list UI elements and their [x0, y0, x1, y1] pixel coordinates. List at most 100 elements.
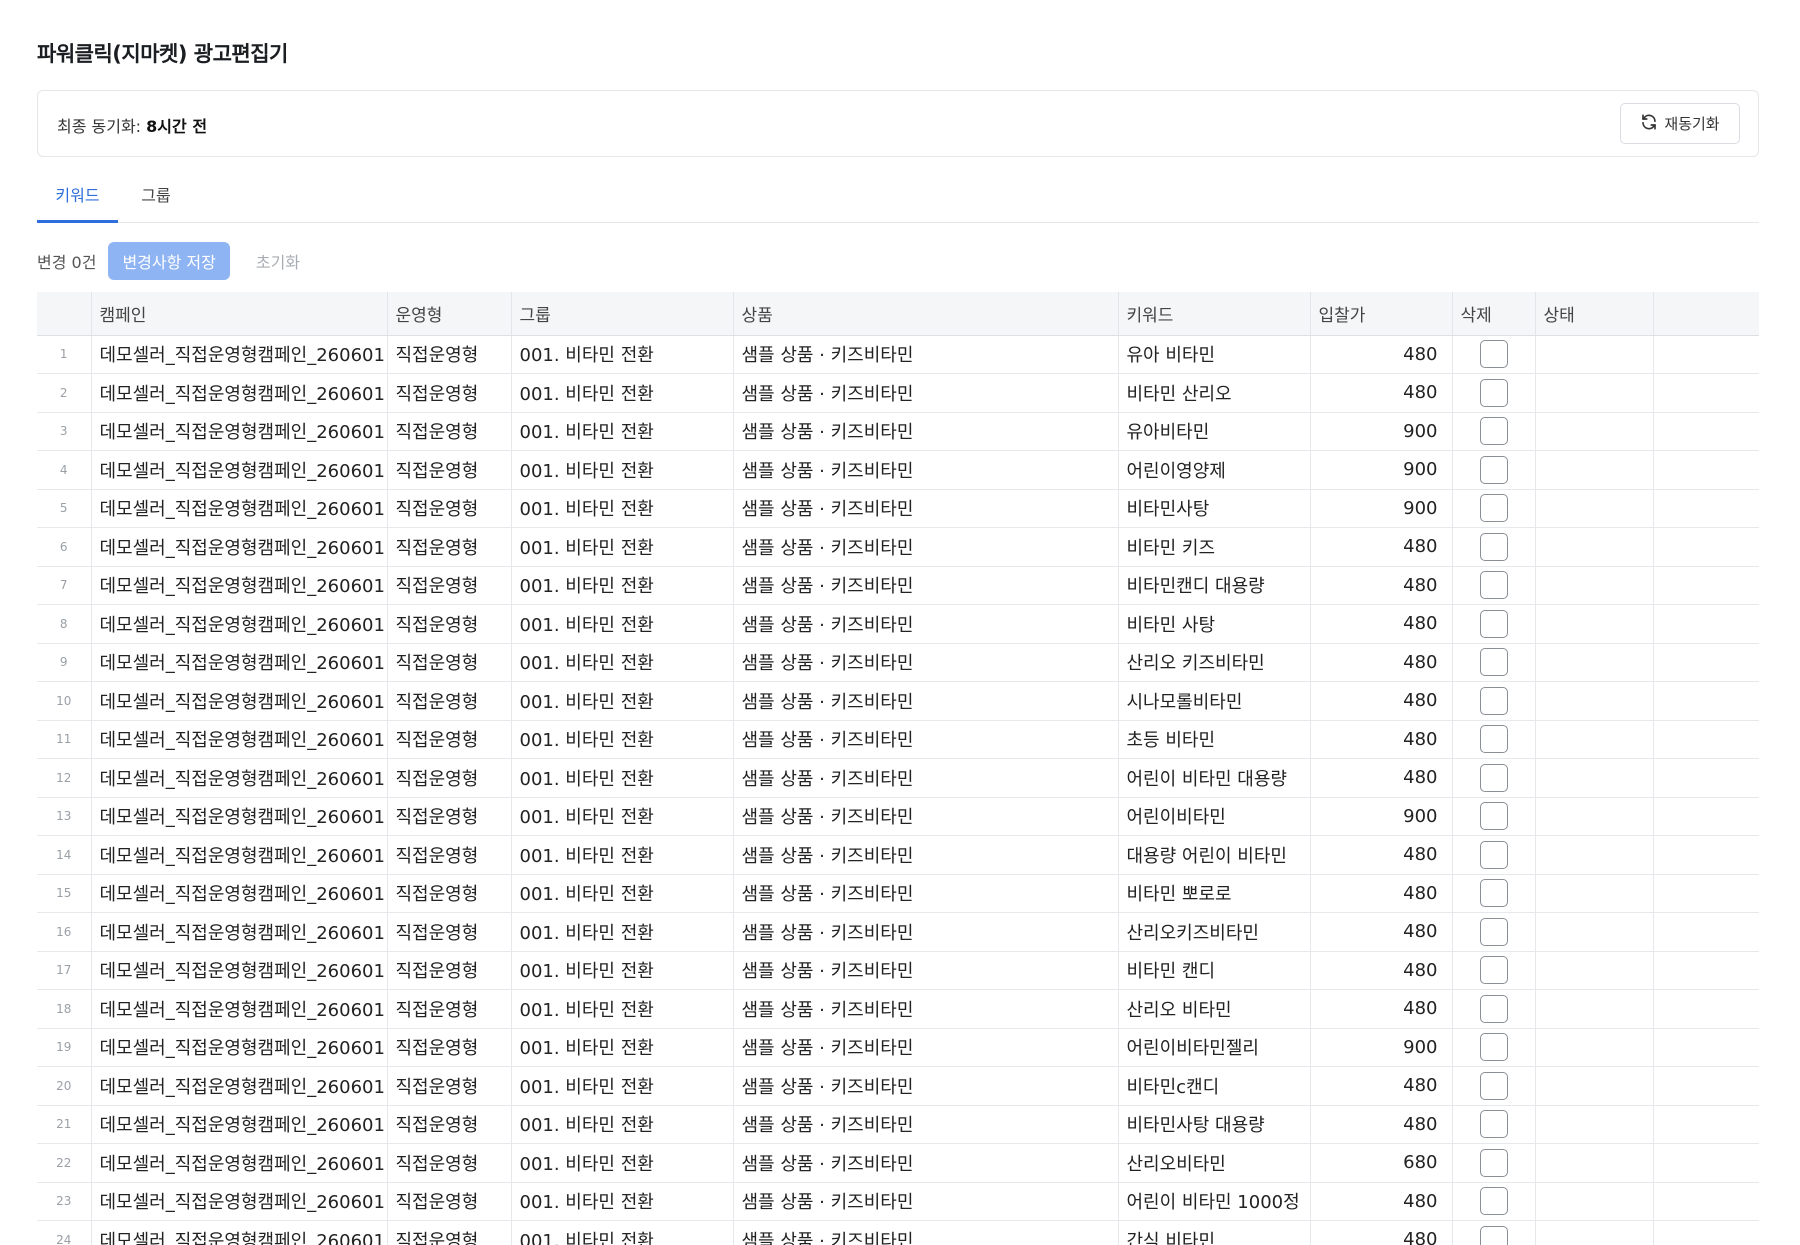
product-cell[interactable]: 샘플 상품 · 키즈비타민 — [733, 912, 1119, 952]
campaign-cell[interactable]: 데모셀러_직접운영형캠페인_260601 — [91, 604, 388, 644]
keyword-cell[interactable]: 비타민 산리오 — [1118, 373, 1311, 413]
product-cell[interactable]: 샘플 상품 · 키즈비타민 — [733, 1220, 1119, 1245]
bid-cell[interactable]: 480 — [1310, 912, 1453, 952]
keyword-cell[interactable]: 산리오 키즈비타민 — [1118, 643, 1311, 682]
header-status[interactable]: 상태 — [1535, 292, 1654, 336]
group-cell[interactable]: 001. 비타민 전환 — [511, 373, 734, 413]
table-row[interactable]: 17 데모셀러_직접운영형캠페인_260601 직접운영형 001. 비타민 전환 샘플… — [37, 951, 1759, 990]
keyword-cell[interactable]: 비타민 키즈 — [1118, 527, 1311, 567]
table-row[interactable]: 3 데모셀러_직접운영형캠페인_260601 직접운영형 001. 비타민 전환 샘플 … — [37, 412, 1759, 451]
delete-checkbox[interactable] — [1479, 1033, 1508, 1062]
campaign-cell[interactable]: 데모셀러_직접운영형캠페인_260601 — [91, 835, 388, 875]
campaign-cell[interactable]: 데모셀러_직접운영형캠페인_260601 — [91, 527, 388, 567]
type-cell[interactable]: 직접운영형 — [387, 720, 512, 759]
campaign-cell[interactable]: 데모셀러_직접운영형캠페인_260601 — [91, 1105, 388, 1144]
keyword-cell[interactable]: 비타민 사탕 — [1118, 604, 1311, 644]
product-cell[interactable]: 샘플 상품 · 키즈비타민 — [733, 1105, 1119, 1144]
type-cell[interactable]: 직접운영형 — [387, 681, 512, 721]
bid-cell[interactable]: 480 — [1310, 1182, 1453, 1221]
table-row[interactable]: 11 데모셀러_직접운영형캠페인_260601 직접운영형 001. 비타민 전환 샘플… — [37, 720, 1759, 759]
table-row[interactable]: 7 데모셀러_직접운영형캠페인_260601 직접운영형 001. 비타민 전환 샘플 … — [37, 566, 1759, 605]
product-cell[interactable]: 샘플 상품 · 키즈비타민 — [733, 1028, 1119, 1067]
bid-cell[interactable]: 900 — [1310, 1028, 1453, 1067]
delete-checkbox[interactable] — [1479, 994, 1508, 1023]
type-cell[interactable]: 직접운영형 — [387, 835, 512, 875]
keyword-cell[interactable]: 비타민캔디 대용량 — [1118, 566, 1311, 605]
type-cell[interactable]: 직접운영형 — [387, 951, 512, 990]
campaign-cell[interactable]: 데모셀러_직접운영형캠페인_260601 — [91, 951, 388, 990]
delete-checkbox[interactable] — [1479, 917, 1508, 946]
table-row[interactable]: 13 데모셀러_직접운영형캠페인_260601 직접운영형 001. 비타민 전환 샘플… — [37, 797, 1759, 836]
type-cell[interactable]: 직접운영형 — [387, 604, 512, 644]
campaign-cell[interactable]: 데모셀러_직접운영형캠페인_260601 — [91, 797, 388, 836]
group-cell[interactable]: 001. 비타민 전환 — [511, 1182, 734, 1221]
delete-checkbox[interactable] — [1479, 956, 1508, 985]
bid-cell[interactable]: 680 — [1310, 1143, 1453, 1183]
table-row[interactable]: 19 데모셀러_직접운영형캠페인_260601 직접운영형 001. 비타민 전환 샘플… — [37, 1028, 1759, 1067]
keyword-cell[interactable]: 어린이비타민 — [1118, 797, 1311, 836]
type-cell[interactable]: 직접운영형 — [387, 758, 512, 798]
product-cell[interactable]: 샘플 상품 · 키즈비타민 — [733, 1143, 1119, 1183]
group-cell[interactable]: 001. 비타민 전환 — [511, 566, 734, 605]
type-cell[interactable]: 직접운영형 — [387, 566, 512, 605]
campaign-cell[interactable]: 데모셀러_직접운영형캠페인_260601 — [91, 989, 388, 1029]
header-product[interactable]: 상품 — [733, 292, 1119, 336]
delete-checkbox[interactable] — [1479, 763, 1508, 792]
type-cell[interactable]: 직접운영형 — [387, 643, 512, 682]
type-cell[interactable]: 직접운영형 — [387, 412, 512, 451]
group-cell[interactable]: 001. 비타민 전환 — [511, 912, 734, 952]
bid-cell[interactable]: 480 — [1310, 835, 1453, 875]
tab-group[interactable]: 그룹 — [118, 174, 194, 223]
header-campaign[interactable]: 캠페인 — [91, 292, 388, 336]
group-cell[interactable]: 001. 비타민 전환 — [511, 681, 734, 721]
table-row[interactable]: 9 데모셀러_직접운영형캠페인_260601 직접운영형 001. 비타민 전환 샘플 … — [37, 643, 1759, 682]
reset-button[interactable]: 초기화 — [256, 249, 300, 273]
delete-checkbox[interactable] — [1479, 340, 1508, 369]
campaign-cell[interactable]: 데모셀러_직접운영형캠페인_260601 — [91, 643, 388, 682]
campaign-cell[interactable]: 데모셀러_직접운영형캠페인_260601 — [91, 450, 388, 490]
bid-cell[interactable]: 480 — [1310, 951, 1453, 990]
bid-cell[interactable]: 480 — [1310, 643, 1453, 682]
delete-checkbox[interactable] — [1479, 378, 1508, 407]
table-row[interactable]: 12 데모셀러_직접운영형캠페인_260601 직접운영형 001. 비타민 전환 샘플… — [37, 758, 1759, 798]
delete-checkbox[interactable] — [1479, 417, 1508, 446]
type-cell[interactable]: 직접운영형 — [387, 1066, 512, 1106]
table-row[interactable]: 20 데모셀러_직접운영형캠페인_260601 직접운영형 001. 비타민 전환 샘플… — [37, 1066, 1759, 1106]
keyword-cell[interactable]: 비타민사탕 — [1118, 489, 1311, 528]
header-keyword[interactable]: 키워드 — [1118, 292, 1311, 336]
bid-cell[interactable]: 480 — [1310, 604, 1453, 644]
keyword-cell[interactable]: 간식 비타민 — [1118, 1220, 1311, 1245]
keyword-cell[interactable]: 어린이 비타민 1000정 — [1118, 1182, 1311, 1221]
product-cell[interactable]: 샘플 상품 · 키즈비타민 — [733, 373, 1119, 413]
group-cell[interactable]: 001. 비타민 전환 — [511, 951, 734, 990]
bid-cell[interactable]: 480 — [1310, 681, 1453, 721]
campaign-cell[interactable]: 데모셀러_직접운영형캠페인_260601 — [91, 566, 388, 605]
product-cell[interactable]: 샘플 상품 · 키즈비타민 — [733, 758, 1119, 798]
keyword-cell[interactable]: 어린이 비타민 대용량 — [1118, 758, 1311, 798]
keyword-cell[interactable]: 비타민c캔디 — [1118, 1066, 1311, 1106]
bid-cell[interactable]: 480 — [1310, 335, 1453, 374]
bid-cell[interactable]: 480 — [1310, 527, 1453, 567]
campaign-cell[interactable]: 데모셀러_직접운영형캠페인_260601 — [91, 1220, 388, 1245]
table-row[interactable]: 24 데모셀러_직접운영형캠페인_260601 직접운영형 001. 비타민 전환 샘플… — [37, 1220, 1759, 1245]
group-cell[interactable]: 001. 비타민 전환 — [511, 797, 734, 836]
campaign-cell[interactable]: 데모셀러_직접운영형캠페인_260601 — [91, 912, 388, 952]
campaign-cell[interactable]: 데모셀러_직접운영형캠페인_260601 — [91, 720, 388, 759]
table-row[interactable]: 16 데모셀러_직접운영형캠페인_260601 직접운영형 001. 비타민 전환 샘플… — [37, 912, 1759, 952]
table-row[interactable]: 22 데모셀러_직접운영형캠페인_260601 직접운영형 001. 비타민 전환 샘플… — [37, 1143, 1759, 1183]
type-cell[interactable]: 직접운영형 — [387, 1182, 512, 1221]
campaign-cell[interactable]: 데모셀러_직접운영형캠페인_260601 — [91, 1143, 388, 1183]
type-cell[interactable]: 직접운영형 — [387, 797, 512, 836]
table-row[interactable]: 15 데모셀러_직접운영형캠페인_260601 직접운영형 001. 비타민 전환 샘플… — [37, 874, 1759, 913]
keyword-cell[interactable]: 어린이영양제 — [1118, 450, 1311, 490]
delete-checkbox[interactable] — [1479, 494, 1508, 523]
product-cell[interactable]: 샘플 상품 · 키즈비타민 — [733, 450, 1119, 490]
keyword-cell[interactable]: 비타민사탕 대용량 — [1118, 1105, 1311, 1144]
table-row[interactable]: 14 데모셀러_직접운영형캠페인_260601 직접운영형 001. 비타민 전환 샘플… — [37, 835, 1759, 875]
resync-button[interactable]: 재동기화 — [1620, 103, 1740, 144]
delete-checkbox[interactable] — [1479, 1148, 1508, 1177]
group-cell[interactable]: 001. 비타민 전환 — [511, 1066, 734, 1106]
table-row[interactable]: 2 데모셀러_직접운영형캠페인_260601 직접운영형 001. 비타민 전환 샘플 … — [37, 373, 1759, 413]
keyword-cell[interactable]: 비타민 캔디 — [1118, 951, 1311, 990]
bid-cell[interactable]: 480 — [1310, 720, 1453, 759]
